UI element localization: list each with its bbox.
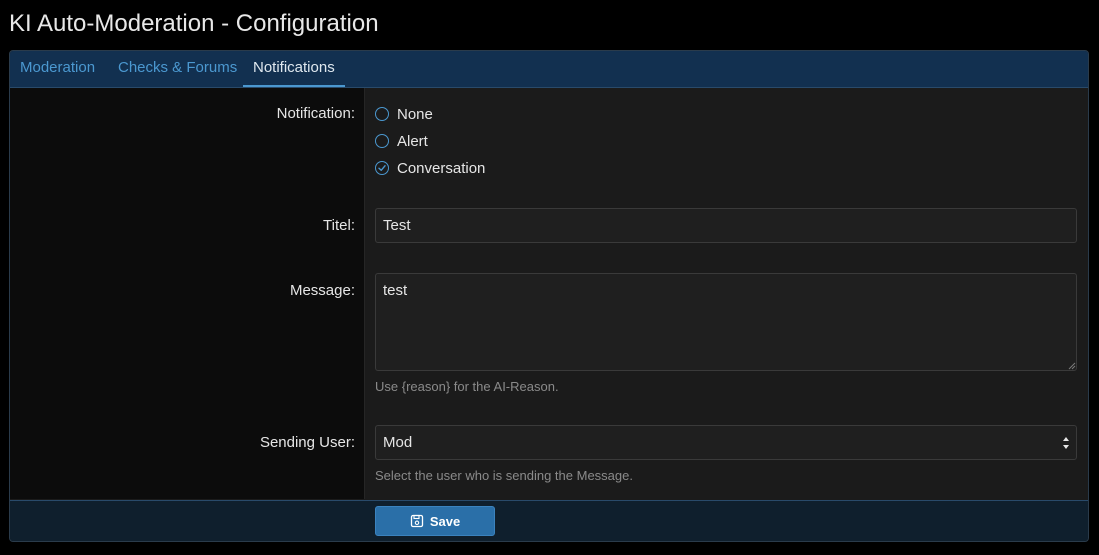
radio-unchecked-icon (375, 107, 389, 121)
tab-bar: Moderation Checks & Forums Notifications (10, 51, 1088, 88)
resize-handle-icon[interactable] (1068, 362, 1076, 370)
check-icon (378, 165, 386, 171)
sending-user-label: Sending User: (259, 434, 355, 451)
radio-checked-icon (375, 161, 389, 175)
radio-conversation-label: Conversation (397, 159, 486, 177)
message-label: Message: (289, 282, 355, 299)
page-title: KI Auto-Moderation - Configuration (9, 10, 379, 37)
tab-notifications[interactable]: Notifications (243, 51, 345, 87)
message-textarea[interactable]: test (375, 273, 1077, 371)
radio-conversation[interactable]: Conversation (375, 158, 485, 178)
tab-moderation[interactable]: Moderation (20, 51, 95, 87)
message-hint: Use {reason} for the AI-Reason. (375, 379, 559, 394)
title-label: Titel: (323, 217, 355, 234)
radio-none-label: None (397, 105, 433, 123)
sending-user-selected: Mod (383, 434, 413, 451)
radio-alert-label: Alert (397, 132, 428, 150)
form-footer: Save (10, 500, 1088, 541)
config-panel: Moderation Checks & Forums Notifications… (9, 50, 1089, 542)
title-input[interactable] (375, 208, 1077, 243)
save-button[interactable]: Save (375, 506, 495, 536)
sending-user-select[interactable]: Mod (375, 425, 1077, 460)
sending-user-hint: Select the user who is sending the Messa… (375, 468, 633, 483)
save-label: Save (429, 513, 461, 529)
notification-label: Notification: (276, 105, 355, 122)
tab-checks-forums[interactable]: Checks & Forums (118, 51, 237, 87)
radio-alert[interactable]: Alert (375, 131, 428, 151)
radio-unchecked-icon (375, 134, 389, 148)
floppy-disk-icon (410, 514, 423, 528)
select-arrows-icon (1063, 437, 1069, 449)
radio-none[interactable]: None (375, 104, 433, 124)
